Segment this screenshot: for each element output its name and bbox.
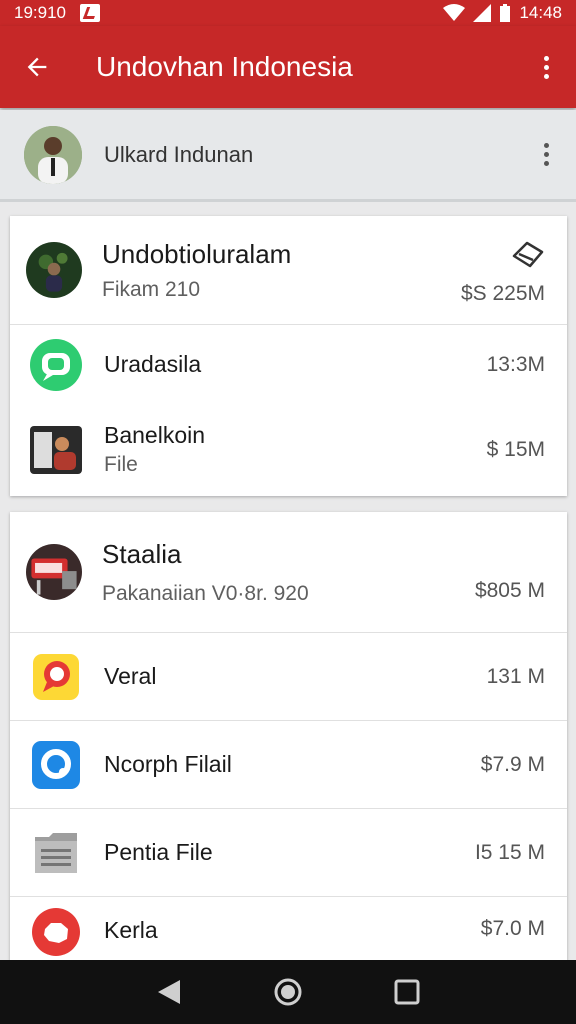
avatar xyxy=(24,125,82,184)
blue-app-icon xyxy=(28,737,84,793)
list-item[interactable]: Kerla $7.0 M xyxy=(10,896,567,962)
folder-icon xyxy=(28,825,84,881)
item-title: Uradasila xyxy=(104,351,202,377)
signal-icon xyxy=(473,4,492,22)
notification-icon xyxy=(80,4,100,22)
list-item[interactable]: Veral 131 M xyxy=(10,632,567,720)
map-pin-app-icon xyxy=(28,649,84,705)
account-row[interactable]: Ulkard Indunan xyxy=(0,110,576,202)
navigation-bar xyxy=(0,960,576,1024)
item-title: Banelkoin xyxy=(104,422,206,448)
item-title: Undobtioluralam xyxy=(102,238,292,269)
item-title: Pentia File xyxy=(104,839,213,865)
wifi-icon xyxy=(443,4,466,21)
chat-app-icon xyxy=(28,337,84,393)
list-item[interactable]: Staalia Pakanaiian V0·8r. 920 $805 M xyxy=(10,512,567,632)
home-nav-icon[interactable] xyxy=(273,977,303,1007)
download-card-2: Staalia Pakanaiian V0·8r. 920 $805 M Ver… xyxy=(10,512,567,962)
item-subtitle: File xyxy=(104,453,138,476)
list-item[interactable]: Ncorph Filail $7.9 M xyxy=(10,720,567,808)
red-app-icon xyxy=(28,907,84,957)
list-item[interactable]: Pentia File I5 15 M xyxy=(10,808,567,896)
item-title: Kerla xyxy=(104,917,158,943)
item-size: $S 225M xyxy=(460,282,545,305)
app-bar: Undovhan Indonesia xyxy=(0,26,576,108)
status-time-right: 14:48 xyxy=(519,3,562,22)
item-size: $7.9 M xyxy=(480,752,545,776)
list-item[interactable]: Banelkoin File $ 15M xyxy=(10,404,567,495)
list-item[interactable]: Undobtioluralam Fikam 210 $S 225M xyxy=(10,216,567,324)
item-size: 131 M xyxy=(486,664,545,688)
item-size: I5 15 M xyxy=(474,840,545,864)
back-button[interactable] xyxy=(0,26,74,108)
item-title: Veral xyxy=(104,663,157,689)
tag-button[interactable] xyxy=(511,240,545,273)
arrow-back-icon xyxy=(27,57,47,77)
more-vert-icon xyxy=(543,55,549,79)
list-item[interactable]: Uradasila 13:3M xyxy=(10,324,567,404)
item-size: $805 M xyxy=(474,579,545,602)
item-size: $ 15M xyxy=(486,437,545,461)
status-time-left: 19:910 xyxy=(14,3,66,22)
account-menu-button[interactable] xyxy=(516,125,576,185)
photo-avatar-icon xyxy=(26,242,82,298)
item-subtitle: Pakanaiian V0·8r. 920 xyxy=(102,581,309,605)
item-size: 13:3M xyxy=(486,352,545,376)
photo-thumbnail-icon xyxy=(28,422,84,478)
status-bar: 19:910 14:48 xyxy=(0,0,576,26)
overflow-menu-button[interactable] xyxy=(516,26,576,108)
item-title: Staalia xyxy=(102,538,182,569)
battery-icon xyxy=(500,4,511,22)
recents-nav-icon[interactable] xyxy=(394,979,420,1005)
back-nav-icon[interactable] xyxy=(156,978,182,1006)
sign-photo-icon xyxy=(26,544,82,600)
download-card-1: Undobtioluralam Fikam 210 $S 225M Uradas… xyxy=(10,216,567,496)
more-vert-icon xyxy=(543,143,549,166)
item-size: $7.0 M xyxy=(480,917,545,940)
account-name: Ulkard Indunan xyxy=(104,141,254,167)
tag-icon xyxy=(512,241,544,268)
page-title: Undovhan Indonesia xyxy=(96,51,353,82)
item-title: Ncorph Filail xyxy=(104,751,232,777)
